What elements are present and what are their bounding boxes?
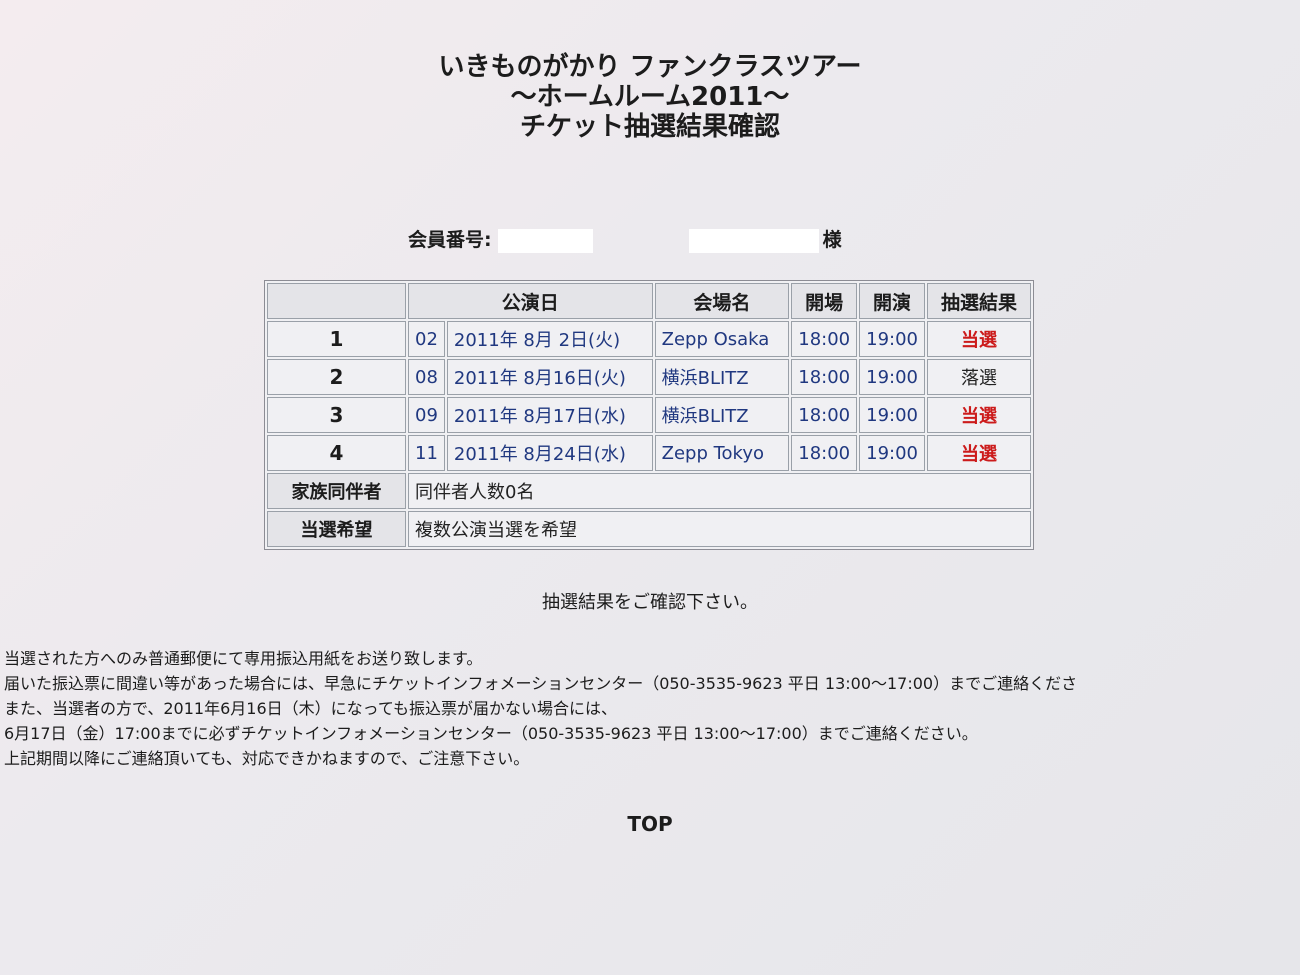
- confirm-message: 抽選結果をご確認下さい。: [542, 592, 758, 613]
- performance-date: 2011年 8月16日(火): [446, 359, 653, 395]
- wish-value: 複数公演当選を希望: [408, 511, 1031, 547]
- member-number-redacted: [497, 228, 593, 253]
- start-time: 19:00: [859, 435, 925, 471]
- header-start: 開演: [859, 283, 925, 319]
- wish-row: 当選希望 複数公演当選を希望: [267, 511, 1031, 547]
- notice-line-3: また、当選者の方で、2011年6月16日（木）になっても振込票が届かない場合には…: [4, 699, 618, 718]
- title-line-3: チケット抽選結果確認: [519, 112, 780, 142]
- table-row: 2 08 2011年 8月16日(火) 横浜BLITZ 18:00 19:00 …: [267, 359, 1031, 395]
- performance-code: 02: [408, 321, 445, 357]
- notice-line-4: 6月17日（金）17:00までに必ずチケットインフォメーションセンター（050-…: [4, 724, 978, 743]
- table-header-row: 公演日 会場名 開場 開演 抽選結果: [267, 283, 1031, 319]
- lottery-result: 当選: [927, 397, 1031, 433]
- header-blank: [267, 283, 406, 319]
- venue-name: 横浜BLITZ: [654, 359, 790, 395]
- notice-line-1: 当選された方へのみ普通郵便にて専用振込用紙をお送り致します。: [4, 649, 483, 668]
- performance-date: 2011年 8月 2日(火): [446, 321, 653, 357]
- open-time: 18:00: [791, 359, 858, 395]
- family-label: 家族同伴者: [267, 473, 406, 509]
- member-number-label: 会員番号:: [408, 229, 492, 251]
- wish-label: 当選希望: [267, 511, 406, 547]
- page-title: いきものがかり ファンクラスツアー ～ホームルーム2011～ チケット抽選結果確…: [0, 52, 1300, 142]
- title-line-2: ～ホームルーム2011～: [510, 82, 790, 112]
- lottery-result: 当選: [927, 321, 1031, 357]
- row-number: 1: [267, 321, 406, 357]
- venue-name: Zepp Tokyo: [654, 435, 790, 471]
- notice-line-2: 届いた振込票に間違い等があった場合には、早急にチケットインフォメーションセンター…: [4, 674, 1078, 693]
- performance-date: 2011年 8月17日(水): [446, 397, 653, 433]
- title-line-1: いきものがかり ファンクラスツアー: [438, 52, 862, 82]
- performance-date: 2011年 8月24日(水): [446, 435, 653, 471]
- lottery-result-table: 公演日 会場名 開場 開演 抽選結果 1 02 2011年 8月 2日(火) Z…: [264, 280, 1034, 550]
- venue-name: 横浜BLITZ: [654, 397, 790, 433]
- header-date: 公演日: [408, 283, 653, 319]
- header-open: 開場: [791, 283, 858, 319]
- lottery-result: 当選: [927, 435, 1031, 471]
- performance-code: 11: [408, 435, 445, 471]
- top-link[interactable]: TOP: [0, 812, 1300, 836]
- member-info: 会員番号: 様: [408, 226, 842, 254]
- open-time: 18:00: [791, 435, 858, 471]
- honorific-suffix: 様: [822, 229, 842, 251]
- member-name-redacted: [688, 228, 819, 253]
- notice-text: 当選された方へのみ普通郵便にて専用振込用紙をお送り致します。 届いた振込票に間違…: [4, 646, 1300, 771]
- notice-line-5: 上記期間以降にご連絡頂いても、対応できかねますので、ご注意下さい。: [4, 749, 530, 768]
- start-time: 19:00: [859, 397, 925, 433]
- open-time: 18:00: [791, 397, 858, 433]
- header-result: 抽選結果: [927, 283, 1031, 319]
- table-row: 4 11 2011年 8月24日(水) Zepp Tokyo 18:00 19:…: [267, 435, 1031, 471]
- header-venue: 会場名: [654, 283, 790, 319]
- performance-code: 09: [408, 397, 445, 433]
- table-row: 3 09 2011年 8月17日(水) 横浜BLITZ 18:00 19:00 …: [267, 397, 1031, 433]
- start-time: 19:00: [859, 321, 925, 357]
- page: いきものがかり ファンクラスツアー ～ホームルーム2011～ チケット抽選結果確…: [0, 0, 1300, 975]
- family-value: 同伴者人数0名: [408, 473, 1031, 509]
- lottery-result: 落選: [927, 359, 1031, 395]
- row-number: 3: [267, 397, 406, 433]
- open-time: 18:00: [791, 321, 858, 357]
- row-number: 2: [267, 359, 406, 395]
- family-row: 家族同伴者 同伴者人数0名: [267, 473, 1031, 509]
- table-row: 1 02 2011年 8月 2日(火) Zepp Osaka 18:00 19:…: [267, 321, 1031, 357]
- row-number: 4: [267, 435, 406, 471]
- performance-code: 08: [408, 359, 445, 395]
- venue-name: Zepp Osaka: [654, 321, 790, 357]
- start-time: 19:00: [859, 359, 925, 395]
